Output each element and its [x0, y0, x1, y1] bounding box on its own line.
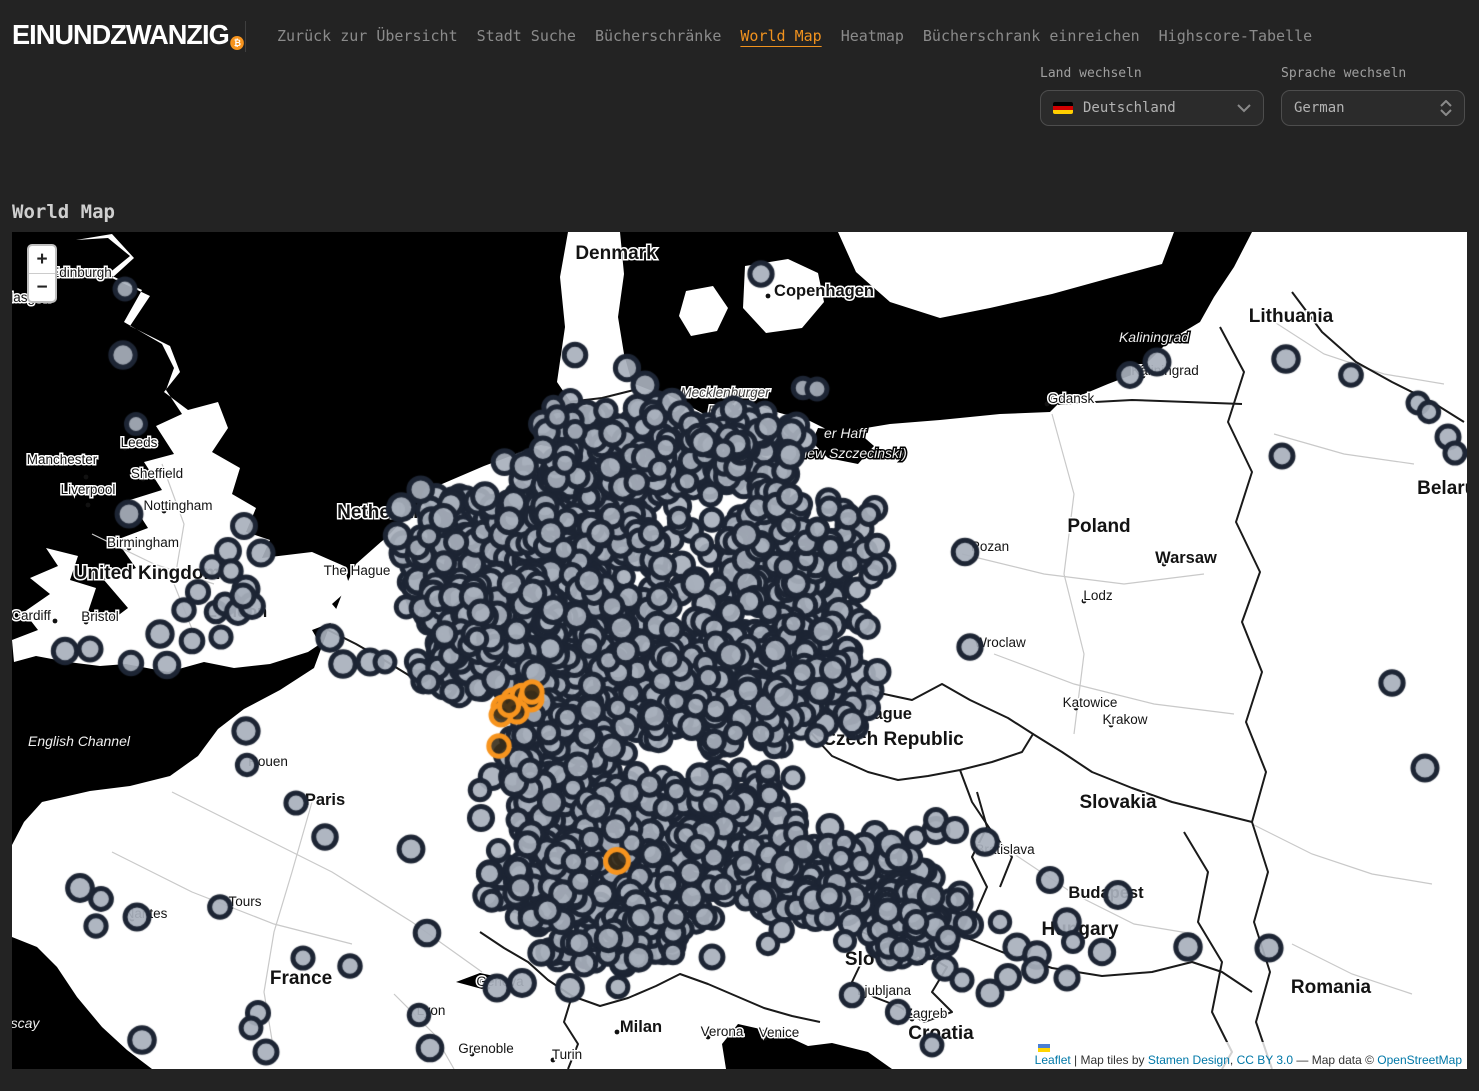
attribution-text: | [1071, 1053, 1081, 1067]
header-divider [245, 21, 246, 52]
chevron-down-icon [1237, 104, 1251, 113]
germany-flag-icon [1053, 102, 1073, 114]
world-map[interactable]: DenmarkUnited KingdomNetherlandsFrancePo… [12, 232, 1467, 1069]
attribution-link[interactable]: CC BY 3.0 [1237, 1053, 1293, 1067]
nav-item-heatmap[interactable]: Heatmap [841, 27, 904, 45]
page: EINUNDZWANZIG₿ Zurück zur Übersicht Stad… [0, 0, 1479, 1091]
nav-item-world-map[interactable]: World Map [740, 27, 821, 45]
attribution-text: — Map data © [1293, 1053, 1377, 1067]
attribution-link[interactable]: Stamen Design [1148, 1053, 1230, 1067]
site-logo[interactable]: EINUNDZWANZIG₿ [12, 19, 244, 51]
zoom-in-button[interactable]: + [29, 246, 55, 274]
nav-item-buecherschraenke[interactable]: Bücherschränke [595, 27, 721, 45]
page-title: World Map [12, 201, 115, 223]
country-select-value: Deutschland [1083, 100, 1237, 116]
nav-item-buecherschrank-einreichen[interactable]: Bücherschrank einreichen [923, 27, 1140, 45]
language-select-value: German [1294, 100, 1440, 116]
header-controls: Land wechseln Deutschland Sprache wechse… [1040, 66, 1465, 126]
attribution-link[interactable]: Leaflet [1035, 1053, 1071, 1067]
country-select-label: Land wechseln [1040, 66, 1264, 81]
language-select[interactable]: German [1281, 90, 1465, 126]
language-select-label: Sprache wechseln [1281, 66, 1465, 81]
country-select[interactable]: Deutschland [1040, 90, 1264, 126]
ukraine-flag-icon [1038, 1044, 1050, 1052]
zoom-control: + − [27, 244, 57, 303]
attribution-link[interactable]: OpenStreetMap [1377, 1053, 1462, 1067]
chevron-up-down-icon [1440, 100, 1452, 116]
map-attribution: Leaflet | Map tiles by Stamen Design, CC… [1030, 1042, 1467, 1069]
nav-item-zurueck[interactable]: Zurück zur Übersicht [277, 27, 458, 45]
nav-item-stadt-suche[interactable]: Stadt Suche [477, 27, 576, 45]
main-nav: Zurück zur Übersicht Stadt Suche Büchers… [277, 27, 1312, 45]
bitcoin-badge-icon: ₿ [231, 36, 245, 50]
attribution-text: , [1230, 1053, 1237, 1067]
nav-item-highscore[interactable]: Highscore-Tabelle [1159, 27, 1313, 45]
site-logo-text: EINUNDZWANZIG [12, 19, 229, 50]
attribution-text: Map tiles by [1081, 1053, 1148, 1067]
map-markers[interactable] [12, 232, 1467, 1069]
zoom-out-button[interactable]: − [29, 274, 55, 301]
